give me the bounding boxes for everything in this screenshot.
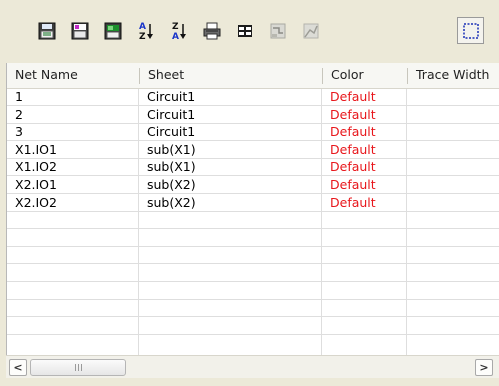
sort-desc-bottom-glyph: A [172, 32, 179, 42]
net-name-cell[interactable]: X1.IO1 [7, 142, 138, 159]
net-name-cell[interactable]: X2.IO2 [7, 195, 138, 212]
net-grid: Net Name Sheet Color Trace Width 1 Circui… [6, 63, 499, 355]
export-grid-button[interactable] [99, 17, 126, 44]
save-subcircuit-button[interactable] [66, 17, 93, 44]
color-cell[interactable]: Default [322, 195, 406, 212]
net-name-cell[interactable]: X1.IO2 [7, 159, 138, 176]
color-cell[interactable]: Default [322, 177, 406, 194]
trace-button[interactable] [264, 17, 291, 44]
sort-descending-icon: Z A [172, 22, 186, 42]
table-row[interactable]: X2.IO1 sub(X2) Default [7, 177, 499, 194]
chart-button[interactable] [297, 17, 324, 44]
select-region-icon [462, 22, 479, 39]
net-name-cell[interactable]: 1 [7, 89, 138, 106]
header-trace-width[interactable]: Trace Width [408, 63, 499, 89]
empty-table-row[interactable] [7, 247, 499, 265]
scroll-thumb[interactable] [30, 359, 126, 376]
sheet-cell[interactable]: Circuit1 [139, 124, 321, 141]
empty-table-row[interactable] [7, 212, 499, 230]
sort-descending-button[interactable]: Z A [165, 17, 192, 44]
chevron-right-icon: > [479, 361, 489, 374]
color-cell[interactable]: Default [322, 142, 406, 159]
color-cell[interactable]: Default [322, 159, 406, 176]
sort-ascending-button[interactable]: A Z [132, 17, 159, 44]
sheet-cell[interactable]: Circuit1 [139, 89, 321, 106]
color-cell[interactable]: Default [322, 89, 406, 106]
header-net-name[interactable]: Net Name [7, 63, 139, 89]
color-cell[interactable]: Default [322, 124, 406, 141]
empty-table-row[interactable] [7, 300, 499, 318]
save-sheet-button[interactable] [33, 17, 60, 44]
table-row[interactable]: 2 Circuit1 Default [7, 107, 499, 124]
net-name-cell[interactable]: 3 [7, 124, 138, 141]
chart-icon [303, 23, 318, 38]
export-grid-icon [104, 22, 121, 39]
sort-asc-top-glyph: A [139, 22, 146, 32]
select-region-button[interactable] [457, 17, 484, 44]
net-name-cell[interactable]: 2 [7, 107, 138, 124]
sort-ascending-icon: A Z [139, 22, 153, 42]
print-icon [203, 22, 220, 39]
chevron-left-icon: < [13, 361, 23, 374]
table-row[interactable]: 1 Circuit1 Default [7, 89, 499, 106]
sheet-cell[interactable]: sub(X1) [139, 142, 321, 159]
grid-header: Net Name Sheet Color Trace Width [7, 63, 499, 89]
table-row[interactable]: 3 Circuit1 Default [7, 124, 499, 142]
print-button[interactable] [198, 17, 225, 44]
net-name-cell[interactable]: X2.IO1 [7, 177, 138, 194]
color-cell[interactable]: Default [322, 107, 406, 124]
sheet-cell[interactable]: Circuit1 [139, 107, 321, 124]
save-sheet-icon [38, 22, 55, 39]
scroll-left-button[interactable]: < [9, 359, 27, 376]
table-row[interactable]: X2.IO2 sub(X2) Default [7, 195, 499, 212]
sort-desc-top-glyph: Z [172, 22, 179, 32]
empty-table-row[interactable] [7, 265, 499, 282]
bottom-frame [0, 378, 499, 386]
empty-table-row[interactable] [7, 283, 499, 300]
sort-asc-bottom-glyph: Z [139, 32, 146, 42]
empty-table-row[interactable] [7, 230, 499, 247]
toolbar: A Z Z A [0, 0, 499, 63]
columns-button[interactable] [231, 17, 258, 44]
horizontal-scrollbar[interactable]: < > [6, 355, 499, 378]
columns-icon [237, 24, 252, 37]
header-color[interactable]: Color [323, 63, 407, 89]
sheet-cell[interactable]: sub(X2) [139, 177, 321, 194]
table-row[interactable]: X1.IO1 sub(X1) Default [7, 142, 499, 159]
save-subcircuit-icon [71, 22, 88, 39]
scroll-right-button[interactable]: > [475, 359, 493, 376]
header-sheet[interactable]: Sheet [140, 63, 322, 89]
trace-icon [270, 23, 285, 38]
sheet-cell[interactable]: sub(X2) [139, 195, 321, 212]
empty-table-row[interactable] [7, 318, 499, 335]
sheet-cell[interactable]: sub(X1) [139, 159, 321, 176]
table-row[interactable]: X1.IO2 sub(X1) Default [7, 159, 499, 177]
